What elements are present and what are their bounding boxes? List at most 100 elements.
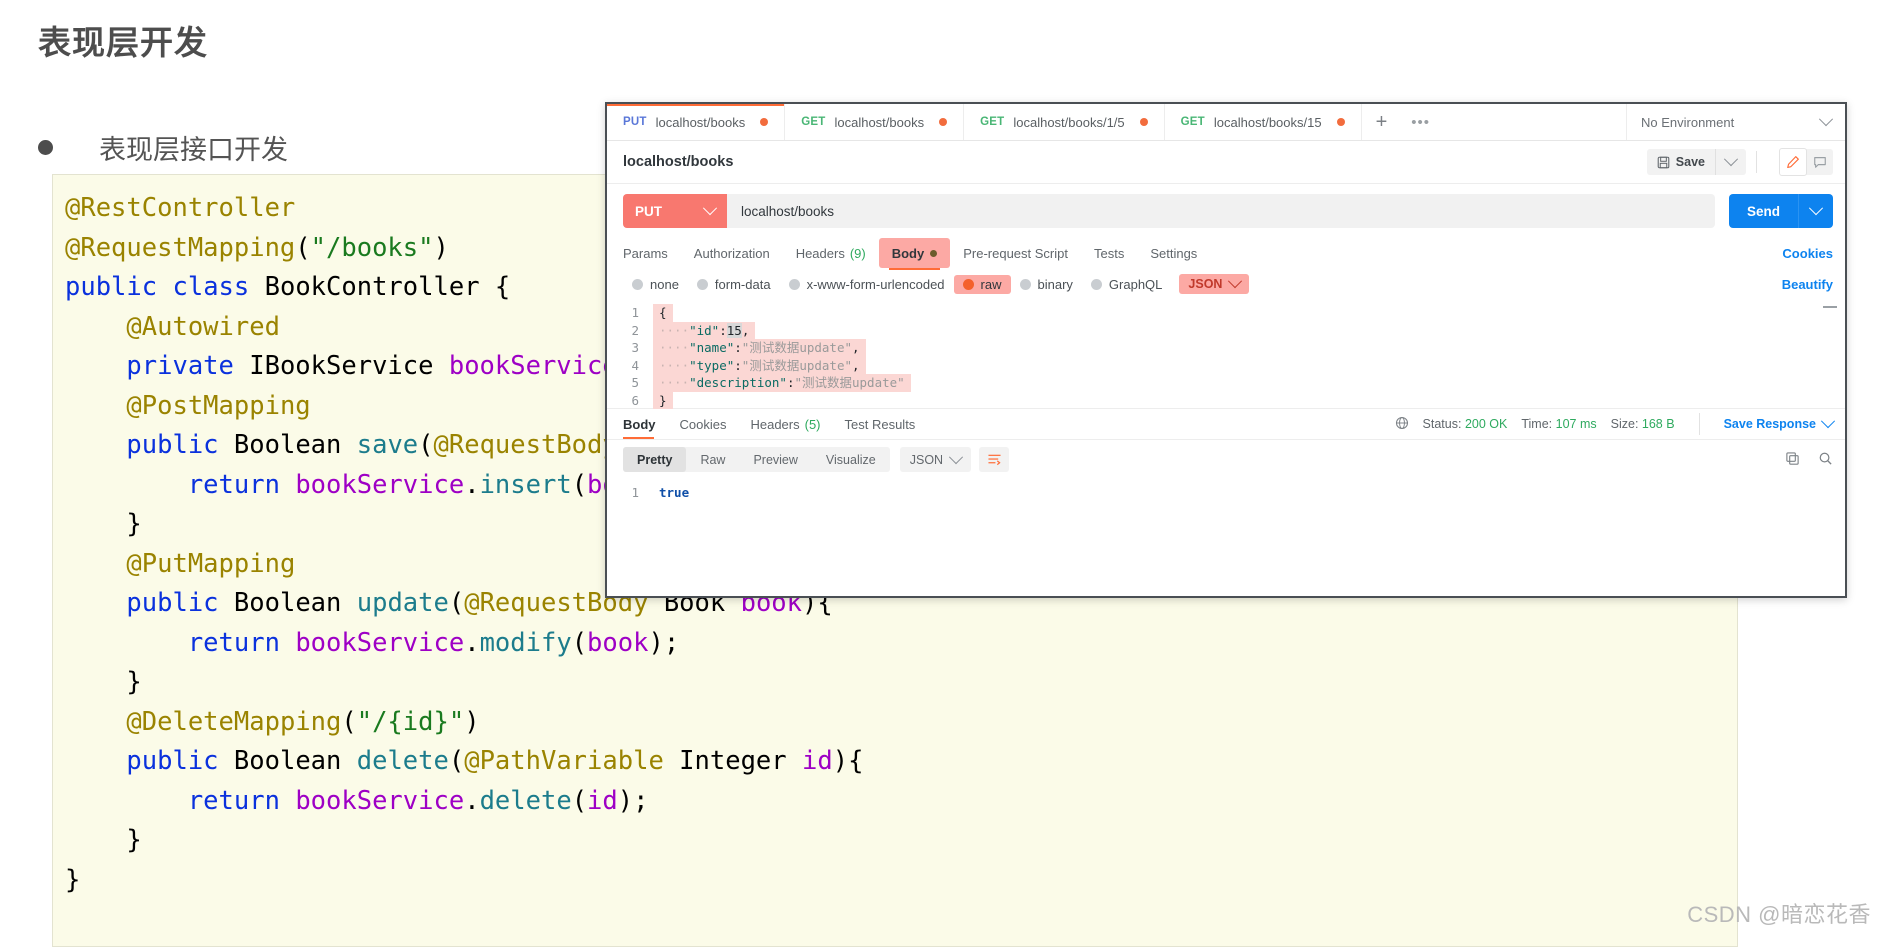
- response-tab-headers[interactable]: Headers (5): [738, 409, 832, 439]
- send-button-group: Send: [1728, 194, 1833, 228]
- environment-label: No Environment: [1641, 114, 1735, 130]
- view-mode-raw[interactable]: Raw: [686, 447, 739, 472]
- request-body-line: 3 ····"name":"测试数据update",: [607, 339, 1845, 357]
- tab-tests[interactable]: Tests: [1081, 238, 1137, 268]
- chevron-down-icon: [1808, 201, 1824, 216]
- save-button-group: Save: [1646, 149, 1746, 175]
- chevron-down-icon: [1228, 274, 1243, 289]
- tab-settings[interactable]: Settings: [1137, 238, 1210, 268]
- bullet-item-label: 表现层接口开发: [99, 135, 288, 165]
- status-badge: Status: 200 OK: [1423, 417, 1508, 431]
- line-content: }: [653, 391, 673, 409]
- tab-body[interactable]: Body: [878, 238, 951, 270]
- tabstrip-spacer: [1440, 104, 1626, 140]
- tab-tests-label: Tests: [1093, 245, 1125, 261]
- response-body-line: 1 true: [607, 485, 1845, 500]
- request-name: localhost/books: [623, 154, 734, 170]
- send-button[interactable]: Send: [1729, 204, 1798, 219]
- radio-icon-selected: [962, 278, 974, 290]
- tab-params[interactable]: Params: [623, 238, 681, 268]
- response-toolbar: Pretty Raw Preview Visualize JSON: [607, 440, 1845, 479]
- raw-format-selector[interactable]: JSON: [1179, 274, 1250, 294]
- edit-request-button[interactable]: [1779, 148, 1807, 176]
- body-type-raw[interactable]: raw: [953, 274, 1011, 294]
- request-tab-2[interactable]: GET localhost/books/1/5: [964, 104, 1165, 140]
- beautify-link[interactable]: Beautify: [1782, 277, 1833, 292]
- save-response-button[interactable]: Save Response: [1724, 414, 1836, 431]
- request-tools-group: [1779, 148, 1833, 176]
- response-header: Body Cookies Headers (5) Test Results St…: [607, 409, 1845, 440]
- search-icon: [1819, 452, 1832, 465]
- response-tab-headers-count: (5): [804, 416, 821, 432]
- view-mode-preview[interactable]: Preview: [739, 447, 811, 472]
- body-type-urlencoded-label: x-www-form-urlencoded: [806, 276, 945, 292]
- radio-icon: [1019, 278, 1031, 290]
- body-type-graphql[interactable]: GraphQL: [1082, 275, 1171, 294]
- save-button-label: Save: [1675, 155, 1705, 169]
- view-mode-pretty[interactable]: Pretty: [623, 447, 687, 472]
- body-type-x-www-form-urlencoded[interactable]: x-www-form-urlencoded: [780, 275, 954, 294]
- copy-button[interactable]: [1785, 451, 1800, 469]
- line-number: 6: [631, 392, 639, 408]
- line-content: true: [659, 485, 690, 500]
- response-tab-cookies[interactable]: Cookies: [668, 409, 739, 439]
- comment-button[interactable]: [1807, 149, 1833, 175]
- search-button[interactable]: [1818, 451, 1833, 469]
- line-content: ····"name":"测试数据update",: [653, 339, 866, 357]
- request-tab-3[interactable]: GET localhost/books/15: [1165, 104, 1362, 140]
- url-input[interactable]: localhost/books: [727, 194, 1715, 228]
- request-tab-0[interactable]: PUT localhost/books: [607, 104, 786, 140]
- http-method-selector[interactable]: PUT: [623, 194, 727, 228]
- tab-params-label: Params: [623, 245, 668, 261]
- cookies-link[interactable]: Cookies: [1782, 246, 1833, 261]
- wrap-lines-button[interactable]: [979, 447, 1010, 472]
- toolbar-divider: [1756, 151, 1757, 173]
- request-tab-label: localhost/books/1/5: [1013, 114, 1125, 130]
- url-value: localhost/books: [741, 203, 835, 219]
- response-format-label: JSON: [909, 452, 944, 467]
- line-content: {: [653, 304, 673, 322]
- bullet-dot-icon: [38, 140, 53, 155]
- tab-pre-request-script[interactable]: Pre-request Script: [950, 238, 1081, 268]
- unsaved-dot-icon: [1139, 118, 1148, 126]
- response-body-rows: 1 true: [607, 485, 1845, 500]
- tab-more-options-icon[interactable]: •••: [1401, 104, 1440, 140]
- comment-icon: [1814, 157, 1826, 168]
- body-type-raw-label: raw: [980, 276, 1002, 292]
- environment-selector[interactable]: No Environment: [1626, 104, 1845, 140]
- unsaved-dot-icon: [939, 118, 948, 126]
- body-type-none[interactable]: none: [623, 275, 688, 294]
- unsaved-dot-icon: [1336, 118, 1345, 126]
- size-label: Size:: [1610, 417, 1639, 431]
- chevron-down-icon: [1820, 414, 1836, 429]
- body-type-row: none form-data x-www-form-urlencoded raw…: [607, 268, 1845, 300]
- tab-settings-label: Settings: [1150, 245, 1198, 261]
- response-tab-body[interactable]: Body: [623, 409, 668, 439]
- request-tab-1[interactable]: GET localhost/books: [785, 104, 965, 140]
- tab-authorization[interactable]: Authorization: [681, 238, 783, 268]
- line-number: 1: [631, 305, 639, 320]
- copy-icon: [1786, 451, 1799, 465]
- request-body-line: 5 ····"description":"测试数据update": [607, 374, 1845, 392]
- postman-window: PUT localhost/books GET localhost/books …: [605, 102, 1847, 598]
- view-mode-visualize[interactable]: Visualize: [812, 447, 890, 472]
- request-url-row: PUT localhost/books Send: [607, 184, 1845, 238]
- request-tab-method: GET: [1180, 116, 1205, 128]
- response-format-selector[interactable]: JSON: [899, 447, 972, 472]
- meta-divider: [1698, 413, 1700, 435]
- response-tab-cookies-label: Cookies: [679, 416, 727, 432]
- save-dropdown-button[interactable]: [1716, 149, 1746, 175]
- new-tab-button[interactable]: +: [1362, 104, 1402, 140]
- status-label: Status:: [1422, 417, 1462, 431]
- body-type-binary[interactable]: binary: [1011, 275, 1082, 294]
- line-content: ····"description":"测试数据update": [653, 374, 911, 392]
- request-body-editor[interactable]: 1{2 ····"id":15, 3 ····"name":"测试数据update",…: [607, 300, 1845, 409]
- request-tab-label: localhost/books/15: [1213, 114, 1322, 130]
- save-button[interactable]: Save: [1647, 149, 1715, 175]
- send-dropdown-button[interactable]: [1799, 201, 1833, 216]
- body-type-form-data[interactable]: form-data: [688, 275, 780, 294]
- tab-headers[interactable]: Headers (9): [783, 238, 879, 268]
- response-tab-test-results[interactable]: Test Results: [833, 409, 928, 439]
- editor-resize-handle[interactable]: [1823, 306, 1837, 308]
- request-tab-method: PUT: [623, 116, 647, 128]
